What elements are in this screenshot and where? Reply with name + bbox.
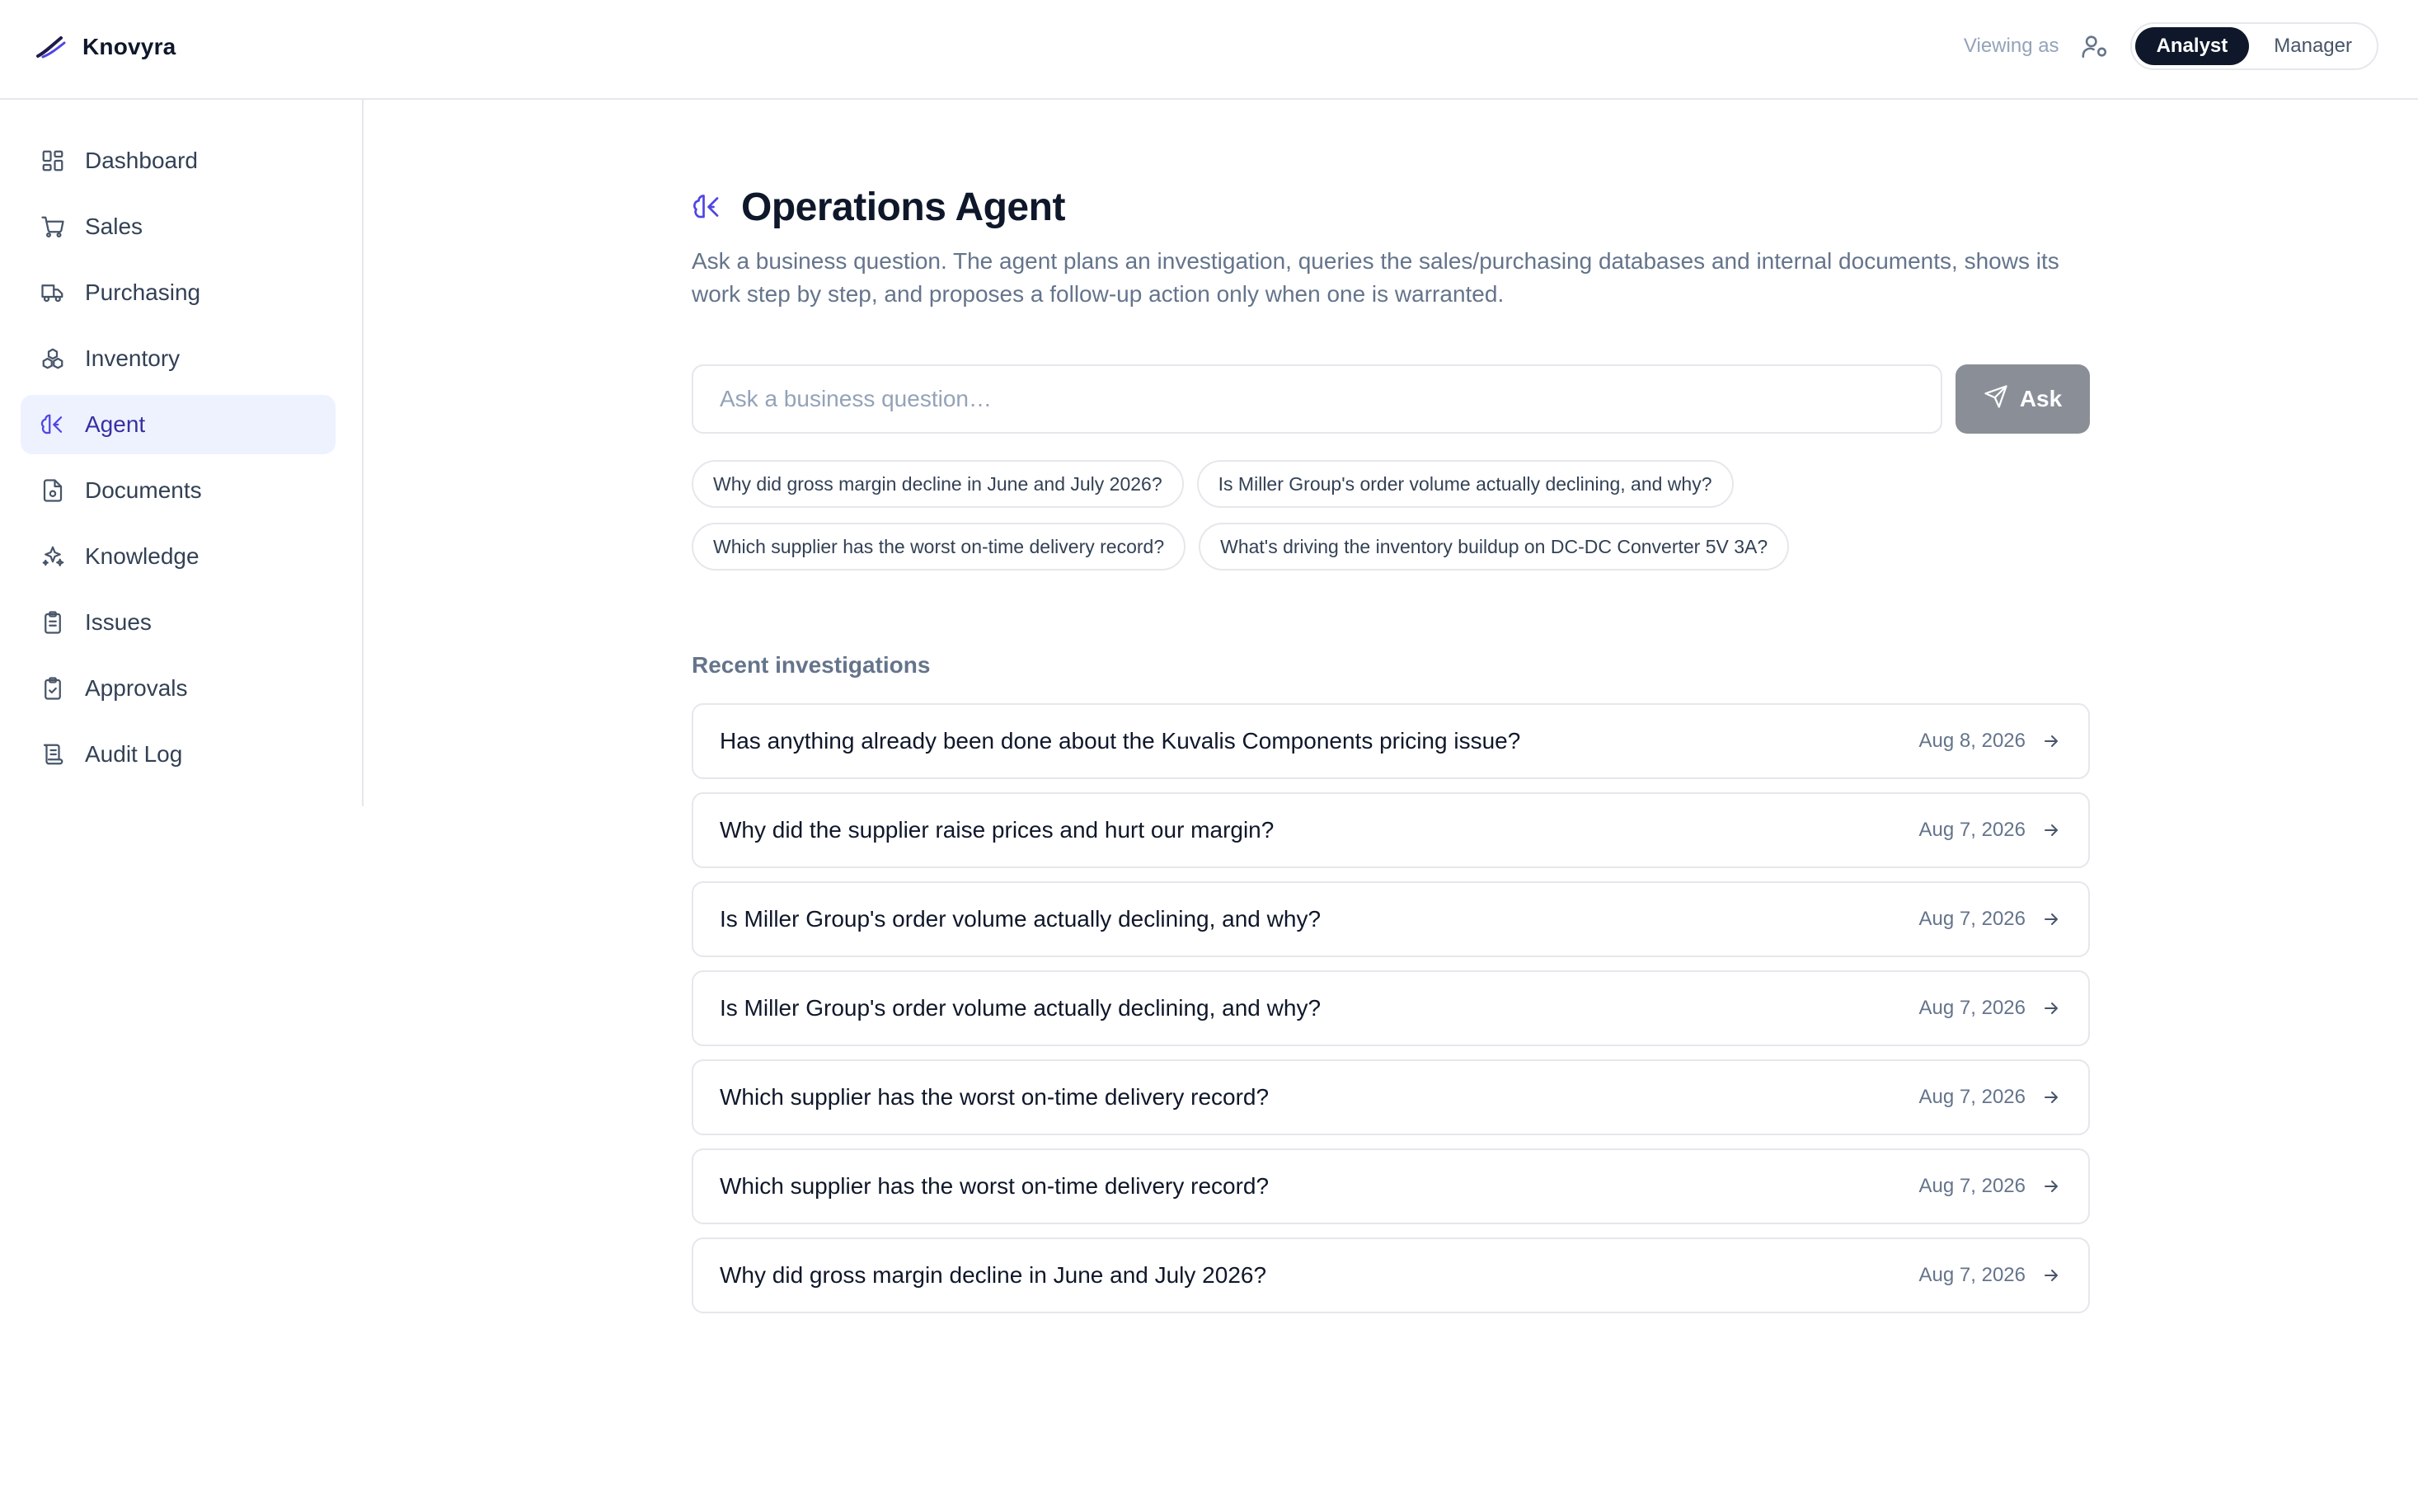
- dashboard-icon: [39, 147, 67, 175]
- cart-icon: [39, 213, 67, 241]
- role-manager-button[interactable]: Manager: [2252, 27, 2373, 65]
- sidebar-item-issues[interactable]: Issues: [21, 593, 336, 652]
- sidebar-item-label: Inventory: [85, 345, 181, 371]
- sidebar-item-audit-log[interactable]: Audit Log: [21, 725, 336, 784]
- sidebar-item-label: Documents: [85, 477, 202, 503]
- send-icon: [1984, 384, 2008, 415]
- brand-name: Knovyra: [82, 34, 176, 59]
- clipboard-list-icon: [39, 608, 67, 636]
- sidebar-item-purchasing[interactable]: Purchasing: [21, 263, 336, 322]
- suggestion-chip[interactable]: Why did gross margin decline in June and…: [692, 460, 1184, 508]
- ask-button[interactable]: Ask: [1956, 364, 2090, 434]
- investigation-question: Is Miller Group's order volume actually …: [720, 906, 1322, 932]
- truck-icon: [39, 279, 67, 307]
- sidebar-item-agent[interactable]: Agent: [21, 395, 336, 454]
- investigation-meta: Aug 7, 2026: [1919, 908, 2062, 931]
- page-description: Ask a business question. The agent plans…: [692, 248, 2059, 307]
- investigation-date: Aug 8, 2026: [1918, 730, 2026, 752]
- suggestion-chip[interactable]: Which supplier has the worst on-time del…: [692, 523, 1186, 571]
- investigation-question: Which supplier has the worst on-time del…: [720, 1173, 1270, 1199]
- brand-logo-icon: [36, 35, 66, 59]
- arrow-right-icon: [2040, 998, 2062, 1019]
- investigation-date: Aug 7, 2026: [1918, 908, 2026, 930]
- chip-row: Why did gross margin decline in June and…: [692, 460, 2090, 508]
- list-item[interactable]: Is Miller Group's order volume actually …: [692, 970, 2090, 1046]
- sparkles-icon: [39, 542, 67, 571]
- ask-button-label: Ask: [2019, 386, 2063, 411]
- investigation-meta: Aug 7, 2026: [1919, 1264, 2062, 1287]
- scroll-icon: [39, 740, 67, 768]
- sidebar-item-sales[interactable]: Sales: [21, 197, 336, 256]
- brain-icon: [692, 190, 723, 223]
- investigation-meta: Aug 7, 2026: [1919, 1086, 2062, 1109]
- investigation-question: Has anything already been done about the…: [720, 728, 1521, 754]
- investigation-question: Why did gross margin decline in June and…: [720, 1262, 1267, 1288]
- investigation-meta: Aug 7, 2026: [1919, 1175, 2062, 1198]
- recent-investigations-list: Has anything already been done about the…: [692, 703, 2090, 1327]
- sidebar-item-inventory[interactable]: Inventory: [21, 329, 336, 388]
- investigation-question: Which supplier has the worst on-time del…: [720, 1084, 1270, 1110]
- list-item[interactable]: Why did the supplier raise prices and hu…: [692, 792, 2090, 868]
- investigation-question: Why did the supplier raise prices and hu…: [720, 817, 1275, 843]
- arrow-right-icon: [2040, 1087, 2062, 1108]
- list-item[interactable]: Which supplier has the worst on-time del…: [692, 1059, 2090, 1135]
- sidebar-item-label: Purchasing: [85, 279, 201, 305]
- list-item[interactable]: Has anything already been done about the…: [692, 703, 2090, 779]
- sidebar-item-label: Audit Log: [85, 741, 183, 767]
- arrow-right-icon: [2040, 1176, 2062, 1197]
- top-header: Knovyra Viewing as Analyst Manager: [0, 0, 2418, 100]
- investigation-meta: Aug 7, 2026: [1919, 997, 2062, 1020]
- page-header: Operations Agent: [692, 182, 1065, 232]
- sidebar: Dashboard Sales Purchasing Inventory Age…: [0, 100, 364, 806]
- document-icon: [39, 477, 67, 505]
- investigation-date: Aug 7, 2026: [1918, 1175, 2026, 1197]
- list-item[interactable]: Which supplier has the worst on-time del…: [692, 1148, 2090, 1224]
- arrow-right-icon: [2040, 819, 2062, 841]
- suggestion-chip[interactable]: What's driving the inventory buildup on …: [1199, 523, 1790, 571]
- chip-row: Which supplier has the worst on-time del…: [692, 523, 2090, 571]
- sidebar-item-label: Sales: [85, 214, 143, 239]
- arrow-right-icon: [2040, 909, 2062, 930]
- investigation-meta: Aug 8, 2026: [1919, 730, 2062, 753]
- arrow-right-icon: [2040, 1265, 2062, 1286]
- sidebar-item-label: Approvals: [85, 675, 188, 701]
- sidebar-item-label: Knowledge: [85, 543, 200, 569]
- investigation-date: Aug 7, 2026: [1918, 1264, 2026, 1286]
- sidebar-item-knowledge[interactable]: Knowledge: [21, 527, 336, 586]
- investigation-meta: Aug 7, 2026: [1919, 819, 2062, 842]
- user-settings-icon: [2079, 31, 2110, 62]
- list-item[interactable]: Why did gross margin decline in June and…: [692, 1237, 2090, 1313]
- arrow-right-icon: [2040, 730, 2062, 752]
- viewing-as-label: Viewing as: [1963, 35, 2059, 57]
- sidebar-item-label: Issues: [85, 609, 152, 635]
- sidebar-item-approvals[interactable]: Approvals: [21, 659, 336, 718]
- role-analyst-button[interactable]: Analyst: [2134, 27, 2250, 65]
- ask-form: Ask: [692, 364, 2090, 434]
- sidebar-item-dashboard[interactable]: Dashboard: [21, 131, 336, 190]
- ask-input[interactable]: [692, 364, 1942, 434]
- suggestion-chip[interactable]: Is Miller Group's order volume actually …: [1196, 460, 1734, 508]
- clipboard-check-icon: [39, 674, 67, 702]
- brain-icon: [39, 411, 67, 439]
- role-toggle: Analyst Manager: [2129, 22, 2378, 70]
- investigation-question: Is Miller Group's order volume actually …: [720, 995, 1322, 1021]
- list-item[interactable]: Is Miller Group's order volume actually …: [692, 881, 2090, 957]
- investigation-date: Aug 7, 2026: [1918, 819, 2026, 841]
- sidebar-item-label: Agent: [85, 411, 146, 437]
- boxes-icon: [39, 345, 67, 373]
- recent-investigations-heading: Recent investigations: [692, 652, 931, 678]
- sidebar-item-label: Dashboard: [85, 148, 198, 173]
- suggested-questions: Why did gross margin decline in June and…: [692, 460, 2090, 585]
- page-title: Operations Agent: [741, 185, 1065, 229]
- investigation-date: Aug 7, 2026: [1918, 997, 2026, 1019]
- brand[interactable]: Knovyra: [36, 30, 176, 64]
- sidebar-item-documents[interactable]: Documents: [21, 461, 336, 520]
- role-switcher: Viewing as Analyst Manager: [1964, 22, 2378, 70]
- investigation-date: Aug 7, 2026: [1918, 1086, 2026, 1108]
